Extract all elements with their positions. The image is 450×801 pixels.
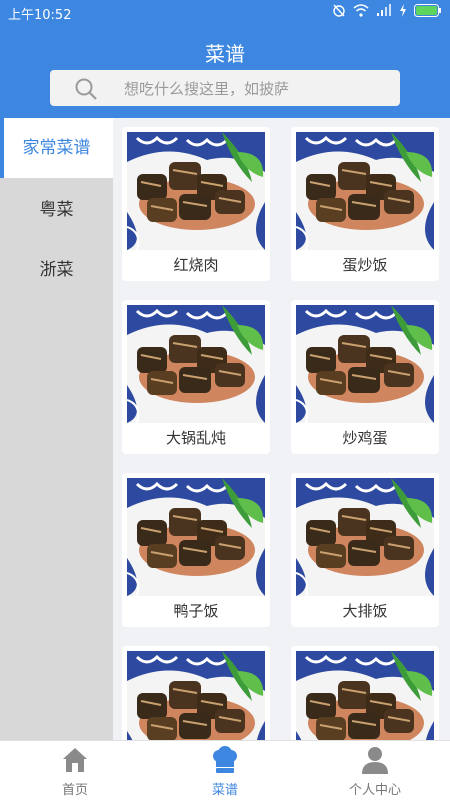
- recipe-card[interactable]: 蛋炒饭: [291, 127, 439, 281]
- recipe-name: 大锅乱炖: [165, 429, 226, 447]
- search-bar[interactable]: [50, 70, 400, 106]
- recipe-card[interactable]: 大排饭: [291, 473, 439, 627]
- tab-recipes[interactable]: 菜谱: [150, 741, 300, 801]
- recipe-card[interactable]: [122, 646, 270, 740]
- recipe-name: 大排饭: [342, 602, 388, 620]
- recipe-name: 炒鸡蛋: [342, 429, 388, 447]
- bottom-tab-bar: 首页 菜谱 个人中心: [0, 740, 450, 801]
- recipe-image: [127, 305, 265, 423]
- person-icon: [362, 747, 388, 774]
- home-icon: [63, 748, 87, 772]
- header: 菜谱: [0, 24, 450, 118]
- recipe-image: [296, 305, 434, 423]
- battery-icon: [414, 3, 441, 17]
- tab-profile-label: 个人中心: [348, 783, 401, 798]
- sidebar-item-cantonese[interactable]: 粤菜: [0, 180, 113, 240]
- recipe-name: 蛋炒饭: [342, 256, 388, 274]
- recipe-grid: 红烧肉 蛋炒饭 大锅乱炖 炒鸡蛋 鸭子饭 大排饭: [113, 118, 450, 740]
- tab-home-label: 首页: [61, 783, 88, 798]
- recipe-image: [127, 651, 265, 740]
- recipe-card[interactable]: 炒鸡蛋: [291, 300, 439, 454]
- recipe-image: [296, 132, 434, 250]
- page-title: 菜谱: [205, 42, 245, 66]
- recipe-card[interactable]: 大锅乱炖: [122, 300, 270, 454]
- recipe-name: 红烧肉: [173, 256, 219, 274]
- search-input[interactable]: [122, 76, 386, 102]
- chef-hat-icon: [213, 746, 237, 773]
- recipe-name: 鸭子饭: [173, 602, 219, 620]
- status-icons: [332, 3, 442, 17]
- alarm-off-icon: [333, 4, 345, 17]
- recipe-image: [127, 132, 265, 250]
- charging-icon: [400, 3, 406, 17]
- recipe-card[interactable]: [291, 646, 439, 740]
- recipe-card[interactable]: 鸭子饭: [122, 473, 270, 627]
- search-icon: [75, 78, 97, 100]
- recipe-image: [127, 478, 265, 596]
- sidebar-item-zhejiang[interactable]: 浙菜: [0, 240, 113, 300]
- recipe-image: [296, 651, 434, 740]
- status-bar: 上午10:52: [0, 0, 450, 24]
- category-sidebar: 家常菜谱 粤菜 浙菜: [0, 118, 113, 740]
- wifi-icon: [353, 3, 369, 17]
- sidebar-item-home-cooking[interactable]: 家常菜谱: [0, 118, 113, 178]
- recipe-card[interactable]: 红烧肉: [122, 127, 270, 281]
- tab-profile[interactable]: 个人中心: [300, 741, 450, 801]
- tab-home[interactable]: 首页: [0, 741, 150, 801]
- status-time: 上午10:52: [8, 8, 72, 23]
- tab-recipes-label: 菜谱: [211, 783, 238, 798]
- signal-icon: [377, 3, 391, 16]
- recipe-image: [296, 478, 434, 596]
